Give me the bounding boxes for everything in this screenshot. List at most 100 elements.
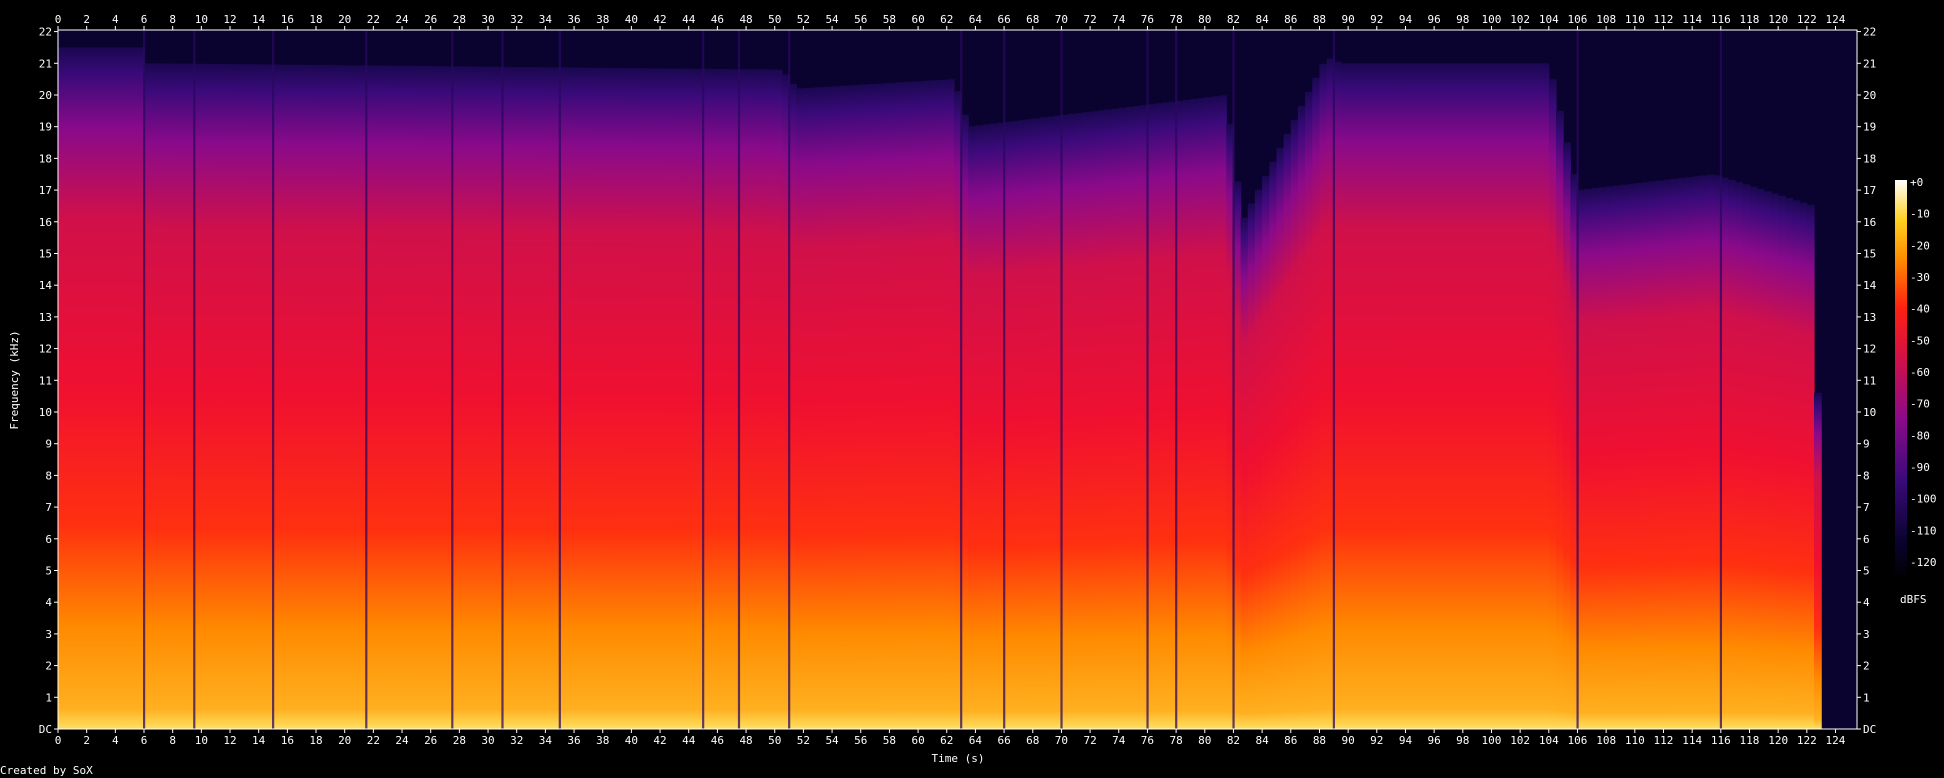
spectrogram-column [172,63,181,730]
spectrogram-column [1391,63,1399,730]
x-tick-label-bottom: 86 [1284,734,1297,747]
spectrogram-column [459,66,468,729]
spectrogram-column [1613,185,1622,729]
plot-area [57,29,1858,730]
quiet-streak [1719,30,1723,729]
x-tick-label-top: 106 [1568,13,1588,26]
spectrogram-column [910,81,919,729]
x-tick-label-top: 74 [1112,13,1126,26]
y-tick-label-left: 3 [45,628,52,641]
x-tick-label-bottom: 4 [112,734,119,747]
spectrogram-column [1398,63,1407,730]
x-tick-label-bottom: 54 [825,734,839,747]
y-tick-label-right: DC [1863,723,1876,736]
spectrogram-column [1742,184,1751,729]
spectrogram-column [1219,95,1227,729]
quiet-streak [1232,30,1235,729]
spectrogram-column [538,67,546,729]
spectrogram-column [867,84,876,729]
x-tick-label-bottom: 10 [195,734,208,747]
spectrogram-column [681,68,690,730]
spectrogram-column [1276,147,1285,730]
spectrogram-column [1348,63,1356,730]
spectrogram-column [179,63,188,730]
x-tick-label-bottom: 32 [510,734,523,747]
quiet-streak [1003,30,1006,729]
spectrogram-column [1627,183,1636,729]
quiet-streak [1175,30,1178,729]
quiet-streak [1060,30,1063,729]
y-tick-label-right: 6 [1863,533,1870,546]
spectrogram-column [1684,177,1693,729]
spectrogram-column [1785,198,1794,729]
x-tick-label-top: 4 [112,13,119,26]
spectrogram-column [638,68,647,729]
x-tick-label-top: 42 [653,13,666,26]
spectrogram-column [1520,63,1528,730]
y-tick-label-right: 8 [1863,469,1870,482]
spectrogram-column [1813,392,1822,729]
spectrogram-column [1297,105,1306,730]
spectrogram-column [602,67,611,729]
x-tick-label-top: 58 [883,13,896,26]
x-tick-label-bottom: 124 [1826,734,1846,747]
x-tick-label-top: 116 [1711,13,1731,26]
spectrogram-column [1075,113,1084,730]
x-tick-label-bottom: 28 [453,734,466,747]
y-tick-label-left: 9 [45,438,52,451]
spectrogram-column [1183,99,1192,730]
spectrogram-column [108,47,116,730]
spectrogram-column [753,69,761,730]
colorbar-tick-label: -40 [1910,303,1930,316]
spectrogram-column [1262,175,1270,730]
x-tick-label-bottom: 26 [424,734,437,747]
spectrogram-column [1462,63,1471,730]
x-tick-label-bottom: 46 [711,734,724,747]
spectrogram-column [810,87,819,729]
x-tick-label-bottom: 2 [83,734,90,747]
y-tick-label-left: 17 [39,184,52,197]
x-tick-label-bottom: 100 [1482,734,1502,747]
y-axis-label: Frequency (kHz) [8,330,21,429]
x-tick-label-bottom: 104 [1539,734,1559,747]
x-tick-label-bottom: 16 [281,734,294,747]
spectrogram-column [545,67,554,730]
spectrogram-column [402,65,410,729]
spectrogram-column [1340,63,1349,730]
x-tick-label-bottom: 102 [1510,734,1530,747]
y-tick-label-left: 1 [45,691,52,704]
colorbar-tick-label: -20 [1910,239,1930,252]
spectrogram-column [1477,63,1485,730]
spectrogram-column [237,64,245,729]
y-tick-label-right: 12 [1863,343,1876,356]
spectrogram-column [645,68,654,730]
x-tick-label-top: 96 [1428,13,1441,26]
spectrogram-column [1362,63,1371,730]
x-tick-label-bottom: 68 [1026,734,1039,747]
y-tick-label-right: 5 [1863,564,1870,577]
x-tick-label-top: 124 [1826,13,1846,26]
spectrogram-column [982,124,991,729]
x-tick-label-top: 48 [739,13,752,26]
spectrogram-column [832,86,840,730]
spectrogram-column [351,65,360,729]
quiet-streak [143,30,146,729]
spectrogram-column [1419,63,1428,730]
spectrogram-column [932,80,941,730]
y-tick-label-right: 2 [1863,660,1870,673]
spectrogram-column [215,64,224,729]
x-tick-label-bottom: 34 [539,734,553,747]
x-tick-label-top: 14 [252,13,266,26]
spectrogram-column [1011,120,1020,730]
x-tick-label-top: 70 [1055,13,1068,26]
spectrogram-column [416,66,425,730]
x-tick-label-bottom: 116 [1711,734,1731,747]
x-tick-label-top: 102 [1510,13,1530,26]
spectrogram-column [394,65,403,730]
x-tick-label-bottom: 8 [169,734,176,747]
y-tick-label-left: 21 [39,57,52,70]
x-tick-label-bottom: 56 [854,734,867,747]
spectrogram-column [925,80,934,729]
spectrogram-column [165,63,174,729]
spectrogram-column [1749,186,1758,729]
